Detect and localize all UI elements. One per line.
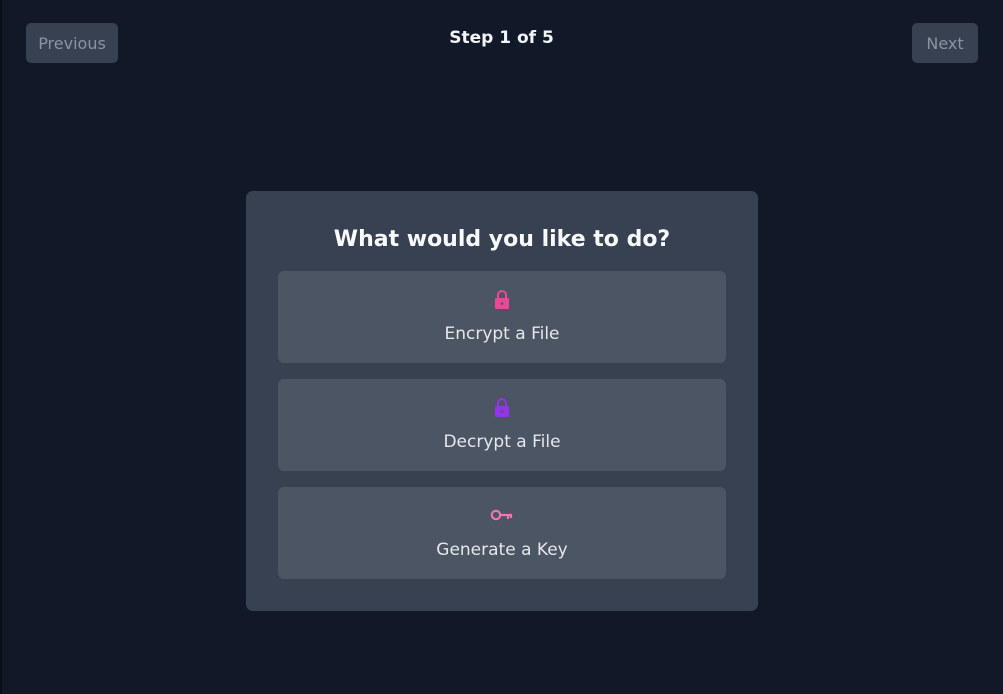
decrypt-file-label: Decrypt a File: [443, 432, 561, 452]
window-edge: [0, 0, 2, 694]
generate-key-option[interactable]: Generate a Key: [278, 487, 726, 579]
encrypt-file-option[interactable]: Encrypt a File: [278, 271, 726, 363]
step-indicator: Step 1 of 5: [449, 28, 554, 48]
card-title: What would you like to do?: [333, 227, 671, 252]
action-card: What would you like to do? Encrypt a Fil…: [246, 191, 758, 611]
lock-icon: [492, 287, 512, 311]
encrypt-file-label: Encrypt a File: [444, 324, 560, 344]
generate-key-label: Generate a Key: [436, 540, 568, 560]
decrypt-file-option[interactable]: Decrypt a File: [278, 379, 726, 471]
next-button[interactable]: Next: [912, 23, 978, 63]
key-icon: [490, 503, 514, 527]
lock-icon: [492, 395, 512, 419]
